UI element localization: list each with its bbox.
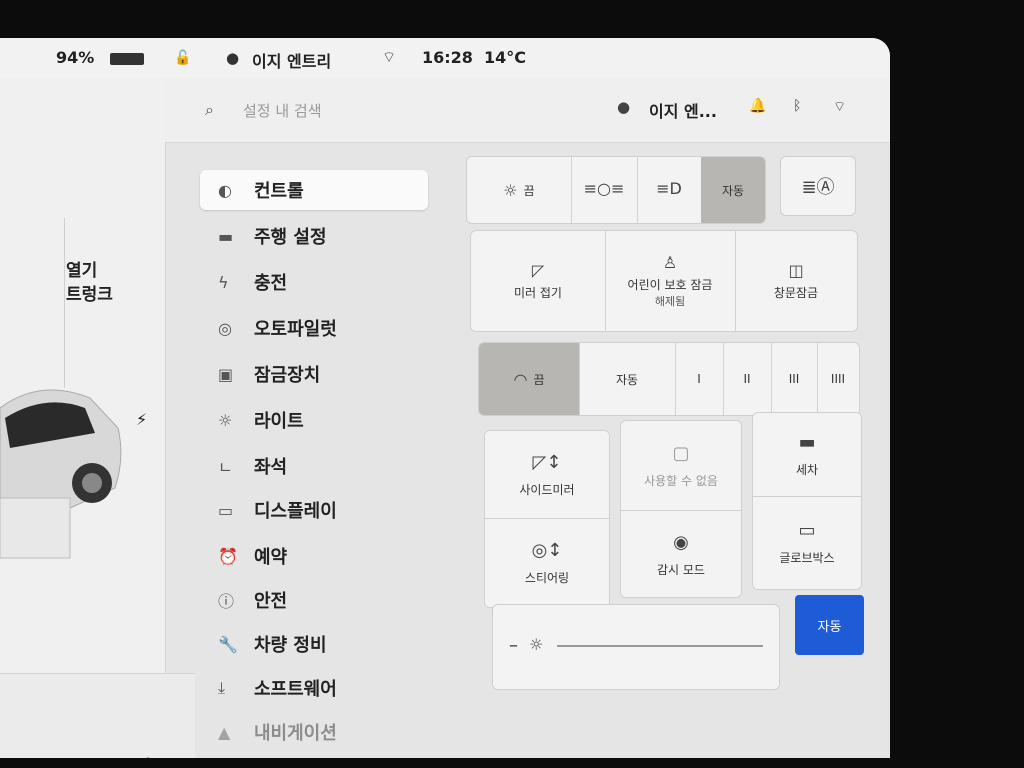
- menu-item-locks[interactable]: ▣ 잠금장치: [200, 354, 428, 394]
- bolt-icon: ϟ: [218, 272, 229, 292]
- trunk-label[interactable]: 트렁크: [66, 280, 113, 305]
- toggle-icon: ◐: [218, 180, 232, 200]
- download-icon: ⤓: [218, 678, 226, 697]
- bell-icon[interactable]: 🔔: [749, 98, 766, 114]
- unlock-icon: 🔓: [174, 50, 192, 66]
- lights-off-button[interactable]: ☼ 끔: [467, 157, 572, 223]
- parking-lights-icon: ≡○≡: [583, 178, 625, 198]
- brightness-panel: – ☼: [492, 604, 780, 690]
- display-icon: ▭: [218, 500, 234, 520]
- person-icon: ●: [226, 49, 240, 67]
- car-icon: ▬: [218, 226, 234, 246]
- sentry-mode-button[interactable]: ◉ 감시 모드: [621, 510, 741, 597]
- menu-item-driving[interactable]: ▬ 주행 설정: [200, 216, 428, 256]
- sun-icon: ☼: [503, 180, 518, 200]
- navigation-icon: ▲: [218, 722, 231, 742]
- lights-auto-button[interactable]: 자동: [701, 157, 765, 223]
- touchscreen: 94% 🔓 ● 이지 엔트리 ⌔ 16:28 14°C 열기 트렁크 ⚡ ⫶ ⌕…: [0, 38, 890, 758]
- car-wash-button[interactable]: ▬ 세차: [753, 413, 861, 498]
- child-icon: ♙: [662, 253, 678, 272]
- wiper-auto-button[interactable]: 자동: [579, 343, 676, 415]
- bottom-controls: [0, 673, 195, 758]
- adjust-group: ◸↕ 사이드미러 ◎↕ 스티어링: [484, 430, 610, 608]
- fold-mirrors-button[interactable]: ◸ 미러 접기: [471, 231, 606, 331]
- menu-item-schedule[interactable]: ⏰ 예약: [200, 536, 428, 576]
- taskbar: [0, 758, 1024, 768]
- bluetooth-icon[interactable]: ᛒ: [793, 98, 801, 114]
- temperature: 14°C: [484, 48, 527, 67]
- vehicle-panel: 열기 트렁크 ⚡ ⫶ ⌕: [0, 78, 195, 758]
- menu-item-display[interactable]: ▭ 디스플레이: [200, 490, 428, 530]
- profile-name[interactable]: 이지 엔...: [649, 98, 717, 122]
- brightness-slider[interactable]: [557, 645, 763, 647]
- sentry-group: ▢ 사용할 수 없음 ◉ 감시 모드: [620, 420, 742, 598]
- status-bar: 94% 🔓 ● 이지 엔트리 ⌔ 16:28 14°C: [0, 38, 890, 78]
- window-lock-button[interactable]: ◫ 창문잠금: [735, 231, 857, 331]
- settings-top-bar: ⌕ 설정 내 검색 ● 이지 엔... 🔔 ᛒ ⌔: [165, 78, 890, 143]
- battery-percent: 94%: [56, 48, 95, 67]
- info-icon: ⓘ: [218, 592, 235, 611]
- menu-item-safety[interactable]: ⓘ 안전: [200, 580, 428, 620]
- car-render: [0, 389, 122, 559]
- wiper-level-4[interactable]: IIII: [817, 343, 859, 415]
- menu-item-navigation[interactable]: ▲ 내비게이션: [200, 712, 428, 752]
- auto-high-beam-icon: ≣Ⓐ: [801, 177, 835, 198]
- battery-icon: [110, 53, 144, 65]
- steering-wheel-icon: ◎: [218, 318, 232, 338]
- unavailable-button: ▢ 사용할 수 없음: [621, 421, 741, 512]
- status-profile-name[interactable]: 이지 엔트리: [252, 48, 331, 72]
- brightness-auto-button[interactable]: 자동: [795, 595, 864, 655]
- person-icon: ●: [617, 98, 631, 116]
- wiper-level-3[interactable]: III: [771, 343, 818, 415]
- lock-icon: ▣: [218, 364, 234, 384]
- charge-port-icon[interactable]: ⚡: [136, 410, 147, 429]
- dashcam-icon: ▢: [672, 443, 690, 464]
- wifi-icon[interactable]: ⌔: [833, 98, 846, 116]
- wiper-level-2[interactable]: II: [723, 343, 772, 415]
- alarm-icon: ⏰: [218, 546, 238, 566]
- wiper-off-button[interactable]: ◠ 끔: [479, 343, 580, 415]
- car-icon: ▬: [798, 432, 816, 453]
- clock: 16:28: [422, 48, 473, 67]
- child-lock-button[interactable]: ♙ 어린이 보호 잠금 해제됨: [605, 231, 736, 331]
- steering-adjust-icon: ◎↕: [531, 540, 563, 561]
- seat-icon: ㄴ: [218, 458, 233, 477]
- side-mirror-button[interactable]: ◸↕ 사이드미러: [485, 431, 609, 520]
- misc-group: ▬ 세차 ▭ 글로브박스: [752, 412, 862, 590]
- brightness-minus[interactable]: –: [509, 635, 518, 656]
- sun-icon: ☼: [529, 635, 544, 654]
- wrench-icon: 🔧: [218, 634, 238, 654]
- divider: [64, 218, 65, 388]
- search-icon[interactable]: ⌕: [143, 750, 153, 758]
- glovebox-button[interactable]: ▭ 글로브박스: [753, 496, 861, 589]
- menu-item-charging[interactable]: ϟ 충전: [200, 262, 428, 302]
- settings-search-input[interactable]: 설정 내 검색: [243, 100, 322, 121]
- mirror-adjust-icon: ◸↕: [532, 452, 562, 473]
- sentry-icon: ◉: [673, 532, 689, 553]
- mirror-lock-group: ◸ 미러 접기 ♙ 어린이 보호 잠금 해제됨 ◫ 창문잠금: [470, 230, 858, 332]
- steering-adjust-button[interactable]: ◎↕ 스티어링: [485, 518, 609, 607]
- search-icon: ⌕: [205, 100, 214, 119]
- menu-item-service[interactable]: 🔧 차량 정비: [200, 624, 428, 664]
- wiper-icon: ◠: [513, 369, 528, 389]
- low-beam-button[interactable]: ≡D: [637, 157, 702, 223]
- wiper-group: ◠ 끔 자동 I II III IIII: [478, 342, 860, 416]
- menu-item-autopilot[interactable]: ◎ 오토파일럿: [200, 308, 428, 348]
- menu-item-software[interactable]: ⤓ 소프트웨어: [200, 668, 428, 708]
- low-beam-icon: ≡D: [656, 178, 682, 198]
- parking-lights-button[interactable]: ≡○≡: [571, 157, 638, 223]
- glovebox-icon: ▭: [798, 520, 816, 541]
- window-lock-icon: ◫: [788, 261, 804, 280]
- wiper-level-1[interactable]: I: [675, 343, 724, 415]
- sun-icon: ☼: [218, 410, 233, 430]
- wifi-icon: ⌔: [382, 48, 397, 66]
- trunk-open-label[interactable]: 열기: [66, 256, 97, 281]
- mirror-icon: ◸: [531, 261, 545, 280]
- menu-item-lights[interactable]: ☼ 라이트: [200, 400, 428, 440]
- headlight-mode-group: ☼ 끔 ≡○≡ ≡D 자동: [466, 156, 766, 224]
- auto-high-beam-button[interactable]: ≣Ⓐ: [780, 156, 856, 216]
- menu-item-controls[interactable]: ◐ 컨트롤: [200, 170, 428, 210]
- menu-item-seats[interactable]: ㄴ 좌석: [200, 446, 428, 486]
